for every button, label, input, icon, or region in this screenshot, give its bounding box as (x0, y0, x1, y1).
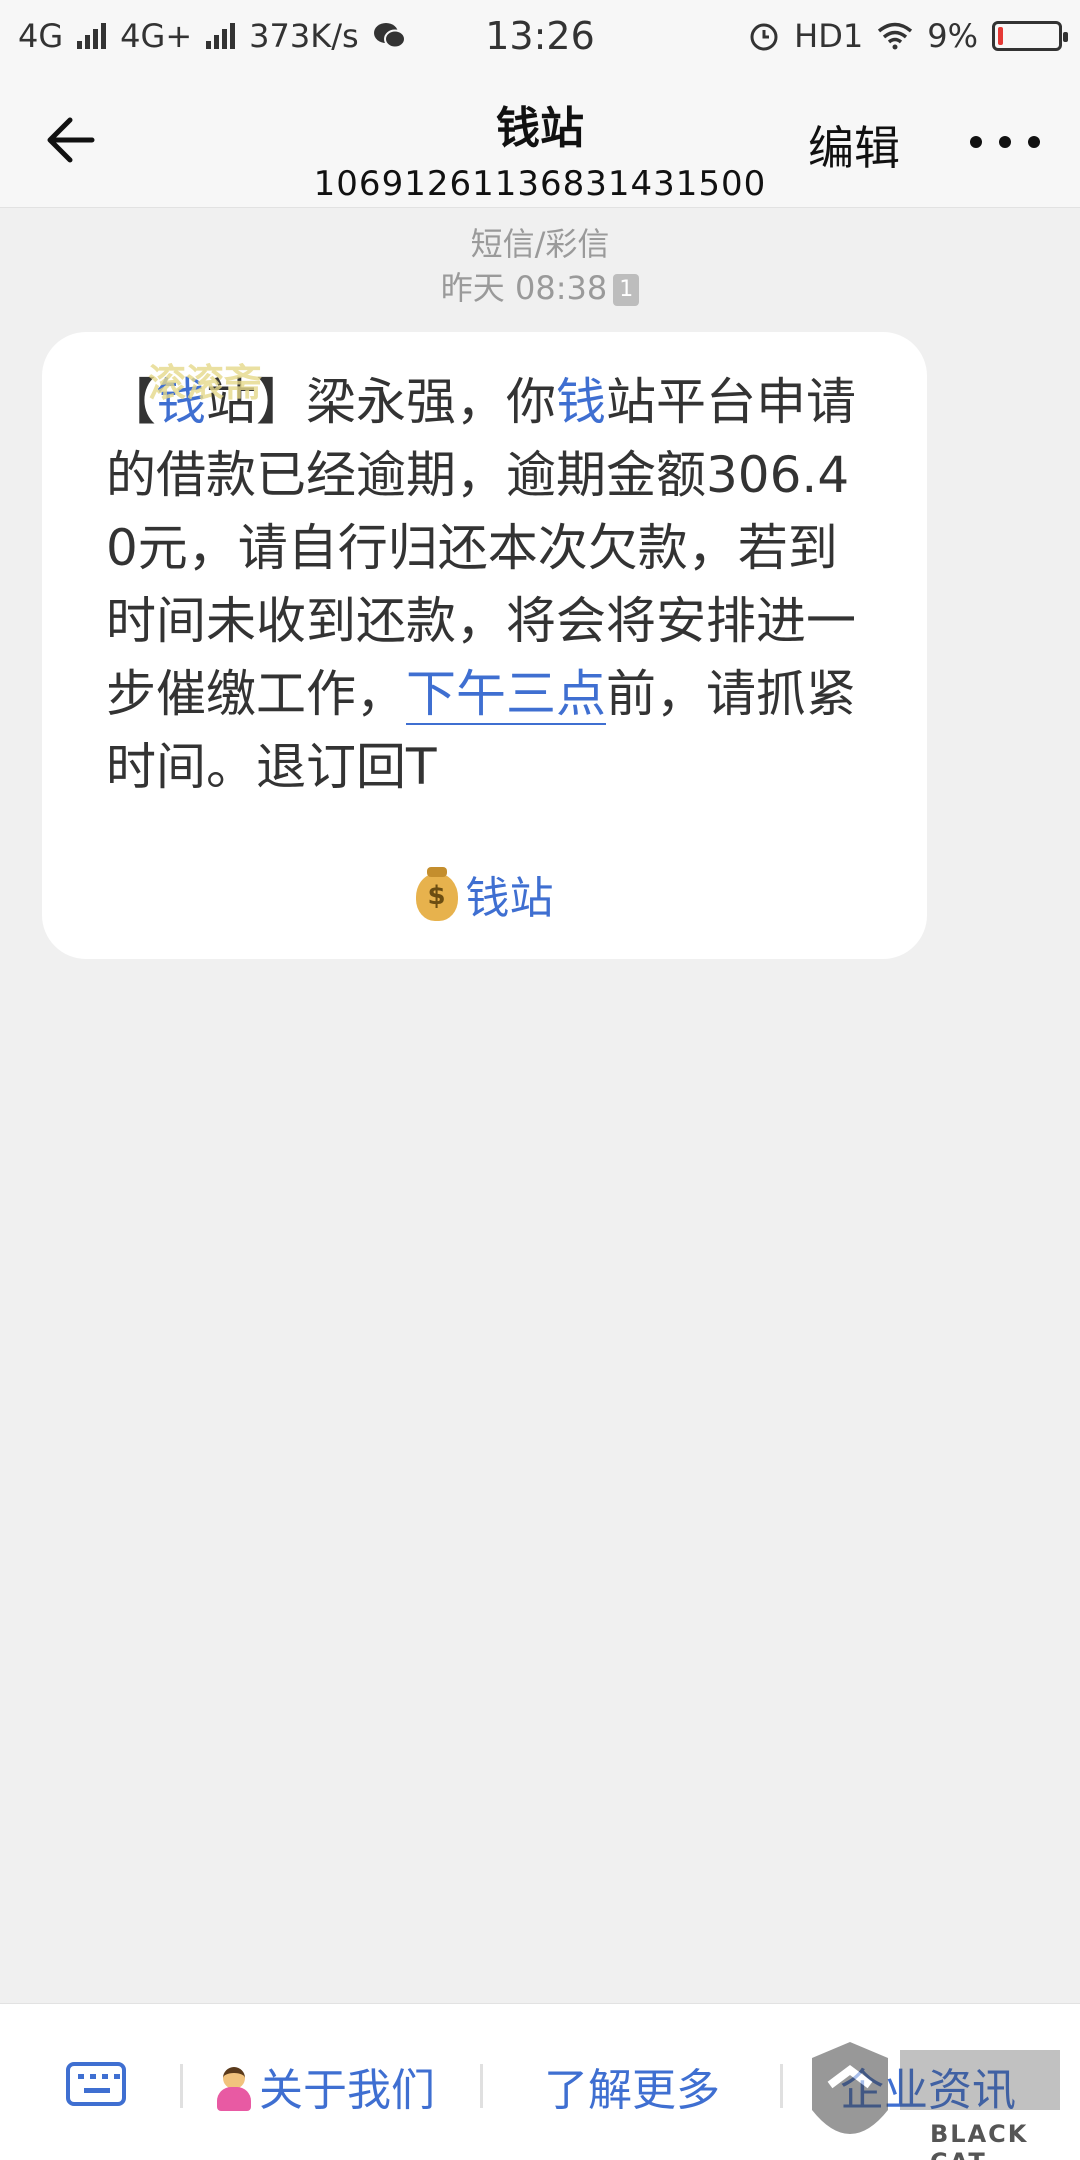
sms-conversation-screen: 4G 4G+ 373K/s 13:26 HD1 9% 钱站 1069126113… (0, 0, 1080, 2160)
menu-about-us[interactable]: 关于我们 (215, 2054, 435, 2118)
conversation-header: 钱站 10691261136831431500 编辑 (0, 72, 1080, 208)
menu-learn-more[interactable]: 了解更多 (544, 2054, 720, 2118)
message-bubble[interactable]: 滚滚斋 【钱站】梁永强，你钱站平台申请的借款已经逾期，逾期金额306.40元，请… (42, 332, 927, 959)
contact-number: 10691261136831431500 (313, 164, 767, 204)
battery-level (998, 27, 1003, 45)
battery-percent: 9% (927, 17, 978, 55)
menu-divider (480, 2064, 483, 2108)
menu-about-us-label: 关于我们 (259, 2065, 435, 2116)
contact-info: 钱站 10691261136831431500 (0, 92, 1080, 204)
sim-badge: 1 (613, 274, 640, 306)
status-left: 4G 4G+ 373K/s (18, 17, 407, 55)
battery-icon (992, 21, 1068, 51)
person-icon (215, 2067, 253, 2111)
message-text: 【钱站】梁永强，你钱站平台申请的借款已经逾期，逾期金额306.40元，请自行归还… (106, 366, 867, 804)
wifi-icon (878, 22, 913, 50)
alarm-icon (750, 23, 778, 51)
message-time: 昨天 08:38 (440, 269, 608, 307)
keyboard-icon[interactable] (66, 2062, 126, 2106)
signal-icon-2 (206, 23, 236, 49)
edit-button[interactable]: 编辑 (808, 112, 900, 178)
network-label-2: 4G+ (120, 17, 193, 55)
message-meta: 短信/彩信 昨天 08:38 1 (0, 222, 1080, 310)
menu-divider (180, 2064, 183, 2108)
message-time-row: 昨天 08:38 1 (0, 266, 1080, 310)
network-label-1: 4G (18, 17, 64, 55)
signal-icon (77, 23, 107, 49)
msg-highlight: 钱 (556, 373, 606, 431)
message-type: 短信/彩信 (470, 225, 610, 263)
watermark-text: 滚滚斋 (148, 361, 263, 405)
contact-name: 钱站 (496, 103, 584, 154)
status-bar: 4G 4G+ 373K/s 13:26 HD1 9% (0, 0, 1080, 72)
signature-text: 钱站 (465, 873, 554, 924)
time-link[interactable]: 下午三点 (406, 665, 606, 725)
signature-row[interactable]: $ 钱站 (42, 862, 927, 926)
hd-label: HD1 (794, 17, 864, 55)
network-speed: 373K/s (249, 17, 359, 55)
black-cat-logo-text: BLACK CAT (930, 2120, 1029, 2160)
more-options-icon[interactable] (970, 112, 1040, 172)
wechat-icon (373, 23, 406, 49)
menu-divider (780, 2064, 783, 2108)
money-bag-symbol: $ (427, 881, 446, 911)
money-bag-icon: $ (415, 867, 458, 921)
status-right: HD1 9% (748, 17, 1068, 55)
